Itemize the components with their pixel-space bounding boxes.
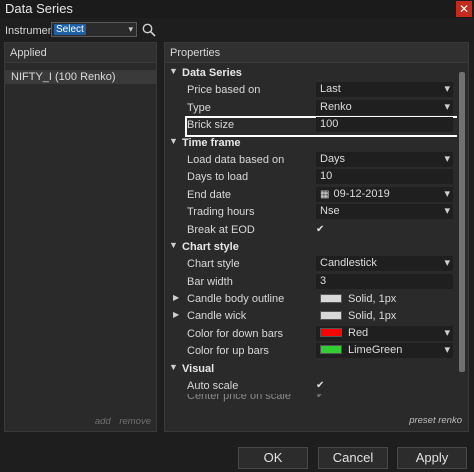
property-label: Brick size: [187, 119, 235, 132]
property-label: Price based on: [187, 84, 261, 97]
scrollbar-thumb[interactable]: [459, 72, 465, 372]
center-price-checkbox[interactable]: ✔: [316, 394, 327, 401]
color-swatch: [320, 294, 342, 304]
preset-link[interactable]: preset renko: [409, 415, 462, 426]
properties-header: Properties: [165, 43, 468, 63]
chevron-down-icon: ▾: [128, 24, 133, 34]
property-label: Candle wick: [187, 310, 247, 323]
end-date-picker[interactable]: ▦ 09-12-2019: [316, 186, 453, 202]
close-button[interactable]: ✕: [456, 1, 472, 17]
type-select[interactable]: Renko: [316, 99, 453, 115]
property-label: Days to load: [187, 171, 249, 184]
property-label: Auto scale: [187, 380, 239, 393]
ok-button[interactable]: OK: [238, 447, 308, 469]
category-visual[interactable]: ▼ Visual: [165, 360, 457, 377]
property-label: Bar width: [187, 275, 233, 288]
properties-panel: Properties ▼ Data Series Price based on …: [164, 42, 469, 432]
load-data-based-on-select[interactable]: Days: [316, 151, 453, 167]
property-grid: ▼ Data Series Price based on Last Type R…: [165, 64, 457, 411]
expand-icon[interactable]: ▶: [173, 310, 179, 319]
price-based-on-select[interactable]: Last: [316, 82, 453, 98]
chart-style-select[interactable]: Candlestick: [316, 256, 453, 272]
collapse-icon[interactable]: ▼: [169, 362, 178, 372]
property-days-to-load: Days to load 10: [165, 168, 457, 185]
search-icon[interactable]: [141, 22, 157, 38]
property-bar-width: Bar width 3: [165, 273, 457, 290]
collapse-icon[interactable]: ▼: [169, 136, 178, 146]
color-name: LimeGreen: [348, 344, 403, 357]
color-swatch: [320, 345, 342, 355]
window-title: Data Series: [5, 1, 73, 16]
category-data-series[interactable]: ▼ Data Series: [165, 64, 457, 81]
property-load-data-based-on: Load data based on Days: [165, 151, 457, 168]
expand-icon[interactable]: ▶: [173, 293, 179, 302]
remove-link[interactable]: remove: [119, 416, 151, 427]
property-price-based-on: Price based on Last: [165, 81, 457, 98]
collapse-icon[interactable]: ▼: [169, 66, 178, 76]
property-center-price: Center price on scale ✔: [165, 394, 457, 404]
stroke-text: Solid, 1px: [348, 293, 397, 306]
brick-size-input[interactable]: 100: [316, 117, 453, 133]
property-auto-scale: Auto scale ✔: [165, 377, 457, 394]
category-label: Data Series: [182, 67, 242, 79]
cancel-button[interactable]: Cancel: [318, 447, 388, 469]
property-label: Color for down bars: [187, 327, 283, 340]
property-candle-body-outline: ▶ Candle body outline Solid, 1px: [165, 290, 457, 307]
days-to-load-input[interactable]: 10: [316, 169, 453, 185]
candle-body-outline-value[interactable]: Solid, 1px: [320, 293, 396, 305]
instrument-select-value: Select: [54, 24, 86, 35]
candle-wick-value[interactable]: Solid, 1px: [320, 310, 396, 322]
category-time-frame[interactable]: ▼ Time frame: [165, 134, 457, 151]
bar-width-input[interactable]: 3: [316, 273, 453, 289]
break-at-eod-checkbox[interactable]: ✔: [316, 224, 327, 235]
property-label: Type: [187, 101, 211, 114]
color-swatch: [320, 311, 342, 321]
color-name: Red: [348, 326, 369, 339]
property-label: Break at EOD: [187, 223, 255, 236]
auto-scale-checkbox[interactable]: ✔: [316, 380, 327, 391]
property-color-down-bars: Color for down bars Red: [165, 325, 457, 342]
calendar-icon: ▦: [320, 188, 330, 200]
property-label: Candle body outline: [187, 293, 285, 306]
instrument-select[interactable]: Select ▾: [51, 22, 137, 37]
stroke-text: Solid, 1px: [348, 310, 397, 323]
apply-button[interactable]: Apply: [397, 447, 467, 469]
end-date-value: 09-12-2019: [333, 187, 390, 200]
property-chart-style: Chart style Candlestick: [165, 255, 457, 272]
title-bar: Data Series ✕: [0, 0, 474, 18]
category-label: Time frame: [182, 136, 241, 149]
category-label: Chart style: [182, 240, 239, 253]
applied-list-item[interactable]: NIFTY_I (100 Renko): [5, 70, 156, 84]
property-label: Center price on scale: [187, 394, 291, 403]
property-label: Chart style: [187, 258, 240, 271]
property-label: End date: [187, 188, 232, 201]
add-link[interactable]: add: [95, 416, 111, 427]
properties-scrollbar[interactable]: [458, 64, 466, 411]
color-down-bars-select[interactable]: Red: [316, 325, 453, 341]
property-break-at-eod: Break at EOD ✔: [165, 221, 457, 238]
category-chart-style[interactable]: ▼ Chart style: [165, 238, 457, 255]
property-type: Type Renko: [165, 99, 457, 116]
property-trading-hours: Trading hours Nse: [165, 203, 457, 220]
collapse-icon[interactable]: ▼: [169, 240, 178, 250]
property-label: Load data based on: [187, 153, 285, 166]
trading-hours-select[interactable]: Nse: [316, 204, 453, 220]
property-color-up-bars: Color for up bars LimeGreen: [165, 342, 457, 359]
applied-footer: add remove: [89, 416, 151, 427]
property-brick-size: Brick size 100: [165, 116, 457, 138]
color-swatch: [320, 327, 342, 337]
instrument-label: Instrument: [5, 25, 57, 37]
property-label: Color for up bars: [187, 345, 269, 358]
property-label: Trading hours: [187, 206, 255, 219]
color-up-bars-select[interactable]: LimeGreen: [316, 343, 453, 359]
property-end-date: End date ▦ 09-12-2019: [165, 186, 457, 203]
close-icon: ✕: [458, 2, 470, 16]
property-candle-wick: ▶ Candle wick Solid, 1px: [165, 307, 457, 324]
applied-panel: Applied NIFTY_I (100 Renko) add remove: [4, 42, 157, 432]
applied-header: Applied: [5, 43, 156, 63]
category-label: Visual: [182, 362, 215, 375]
